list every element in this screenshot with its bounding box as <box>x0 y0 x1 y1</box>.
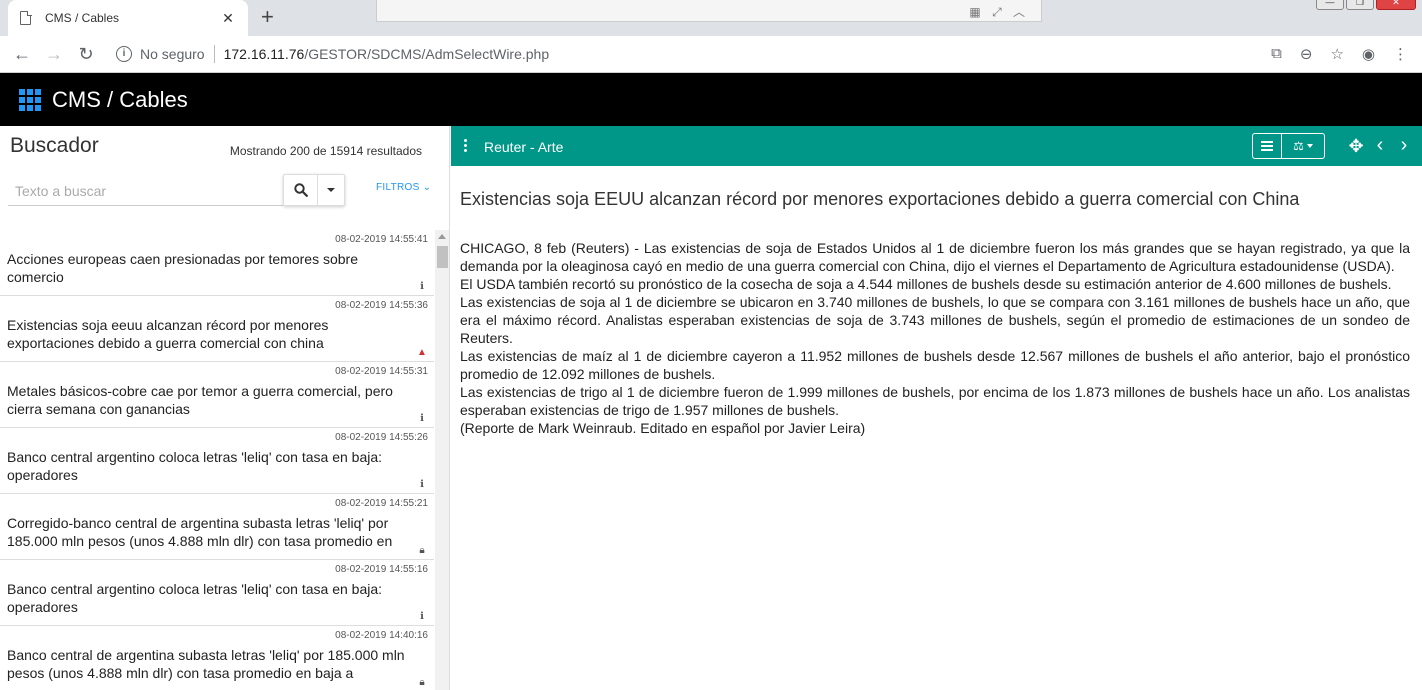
security-label[interactable]: No seguro <box>140 46 205 62</box>
close-window-button[interactable]: ✕ <box>1376 0 1416 10</box>
back-arrow-icon[interactable]: ← <box>6 44 38 65</box>
filters-toggle[interactable]: FILTROS ⌄ <box>376 182 431 193</box>
url-path: /GESTOR/SDCMS/AdmSelectWire.php <box>304 46 550 62</box>
previous-article-button[interactable]: ‹ <box>1371 134 1389 158</box>
next-article-button[interactable]: › <box>1395 134 1413 158</box>
new-tab-button[interactable]: + <box>261 6 274 28</box>
filters-label: FILTROS <box>376 182 420 193</box>
zoom-icon[interactable]: ⊖ <box>1300 45 1313 63</box>
floating-toolbar: ▦ ⤢ ︿ <box>376 0 1042 22</box>
item-timestamp: 08-02-2019 14:40:16 <box>335 630 428 641</box>
info-icon: ℹ <box>420 611 424 622</box>
article-paragraph: Las existencias de maíz al 1 de diciembr… <box>460 348 1410 382</box>
close-tab-icon[interactable]: ✕ <box>220 10 236 27</box>
viewer-toolbar: Reuter - Arte ⚖ ✥ ‹ › <box>451 126 1422 166</box>
compare-dropdown-button[interactable]: ⚖ <box>1281 133 1325 159</box>
item-title: Banco central de argentina subasta letra… <box>7 647 405 681</box>
app-header: CMS / Cables <box>0 73 1422 126</box>
reload-icon[interactable]: ↻ <box>70 44 102 65</box>
item-title: Existencias soja eeuu alcanzan récord po… <box>7 317 329 351</box>
list-item[interactable]: 08-02-2019 14:40:16 Banco central de arge… <box>0 626 434 690</box>
app-title: CMS / Cables <box>52 86 188 112</box>
search-panel: Buscador Mostrando 200 de 15914 resultad… <box>0 126 450 690</box>
chevron-down-icon <box>327 188 336 192</box>
item-timestamp: 08-02-2019 14:55:41 <box>335 234 428 245</box>
apps-grid-icon[interactable] <box>19 88 41 111</box>
lock-icon: 🔒︎ <box>419 545 425 556</box>
article-title: Existencias soja EEUU alcanzan récord po… <box>460 189 1300 209</box>
warning-icon: ▲ <box>417 347 427 358</box>
item-title: Metales básicos-cobre cae por temor a gu… <box>7 383 393 417</box>
profile-icon[interactable]: ◉ <box>1362 45 1375 63</box>
browser-actions: ⧉ ⊖ ☆ ◉ ⋮ <box>1271 45 1408 63</box>
item-timestamp: 08-02-2019 14:55:26 <box>335 432 428 443</box>
list-view-button[interactable] <box>1252 133 1282 159</box>
item-timestamp: 08-02-2019 14:55:16 <box>335 564 428 575</box>
item-timestamp: 08-02-2019 14:55:21 <box>335 498 428 509</box>
item-title: Acciones europeas caen presionadas por t… <box>7 251 358 285</box>
kebab-menu-icon[interactable] <box>464 139 468 154</box>
article-body: CHICAGO, 8 feb (Reuters) - Las existenci… <box>460 239 1410 437</box>
move-icon[interactable]: ✥ <box>1345 135 1367 157</box>
window-controls: — ❐ ✕ <box>1316 0 1416 10</box>
search-button-group <box>283 174 345 206</box>
scroll-up-icon[interactable] <box>438 234 446 239</box>
article-paragraph: Las existencias de soja al 1 de diciembr… <box>460 294 1410 346</box>
article-paragraph: CHICAGO, 8 feb (Reuters) - Las existenci… <box>460 240 1410 274</box>
search-input[interactable] <box>8 176 283 206</box>
article-paragraph: El USDA también recortó su pronóstico de… <box>460 276 1392 292</box>
translate-icon[interactable]: ⧉ <box>1271 45 1282 63</box>
menu-dots-icon[interactable]: ⋮ <box>1393 45 1408 63</box>
search-icon <box>294 183 308 197</box>
result-count: Mostrando 200 de 15914 resultados <box>229 144 422 158</box>
info-icon: ℹ <box>420 281 424 292</box>
list-item[interactable]: 08-02-2019 14:55:41 Acciones europeas cae… <box>0 230 434 296</box>
item-title: Corregido-banco central de argentina sub… <box>7 515 393 549</box>
search-panel-title: Buscador <box>10 134 99 157</box>
scale-icon: ⚖ <box>1293 139 1304 153</box>
toolbar-controls-icon[interactable]: ▦ ⤢ ︿ <box>969 3 1029 20</box>
maximize-button[interactable]: ❐ <box>1346 0 1374 10</box>
star-icon[interactable]: ☆ <box>1330 45 1343 63</box>
list-scrollbar[interactable] <box>435 230 449 690</box>
scrollbar-thumb[interactable] <box>437 246 448 268</box>
item-title: Banco central argentino coloca letras 'l… <box>7 581 383 615</box>
item-timestamp: 08-02-2019 14:55:36 <box>335 300 428 311</box>
address-separator <box>213 45 215 63</box>
info-icon: ℹ <box>420 479 424 490</box>
list-item[interactable]: 08-02-2019 14:55:26 Banco central argenti… <box>0 428 434 494</box>
info-icon[interactable]: i <box>116 46 132 62</box>
item-title: Banco central argentino coloca letras 'l… <box>7 449 383 483</box>
info-icon: ℹ <box>420 413 424 424</box>
tab-title: CMS / Cables <box>45 11 120 25</box>
lock-icon: 🔒︎ <box>419 677 425 688</box>
chevron-down-icon <box>1306 144 1313 148</box>
forward-arrow-icon[interactable]: → <box>38 44 70 65</box>
search-button[interactable] <box>284 175 319 205</box>
list-item[interactable]: 08-02-2019 14:55:21 Corregido-banco centr… <box>0 494 434 560</box>
address-bar: ← → ↻ i No seguro 172.16.11.76/GESTOR/SD… <box>0 36 1422 73</box>
list-item[interactable]: 08-02-2019 14:55:36 Existencias soja eeuu… <box>0 296 434 362</box>
article-paragraph: (Reporte de Mark Weinraub. Editado en es… <box>460 420 866 436</box>
search-options-dropdown[interactable] <box>318 175 344 205</box>
news-list: 08-02-2019 14:55:41 Acciones europeas cae… <box>0 230 434 690</box>
article-viewer: Reuter - Arte ⚖ ✥ ‹ › Existencias soja E… <box>451 126 1422 690</box>
list-item[interactable]: 08-02-2019 14:55:16 Banco central argenti… <box>0 560 434 626</box>
url-field[interactable]: 172.16.11.76/GESTOR/SDCMS/AdmSelectWire.… <box>224 46 550 62</box>
article-source: Reuter - Arte <box>484 139 564 155</box>
url-host: 172.16.11.76 <box>223 46 305 62</box>
list-item[interactable]: 08-02-2019 14:55:31 Metales básicos-cobre… <box>0 362 434 428</box>
browser-tab[interactable]: CMS / Cables ✕ <box>8 0 248 36</box>
list-icon <box>1261 141 1273 151</box>
browser-tabstrip: CMS / Cables ✕ + ▦ ⤢ ︿ — ❐ ✕ <box>0 0 1422 36</box>
article-paragraph: Las existencias de trigo al 1 de diciemb… <box>460 384 1410 418</box>
document-icon <box>20 10 32 25</box>
item-timestamp: 08-02-2019 14:55:31 <box>335 366 428 377</box>
minimize-button[interactable]: — <box>1316 0 1344 10</box>
